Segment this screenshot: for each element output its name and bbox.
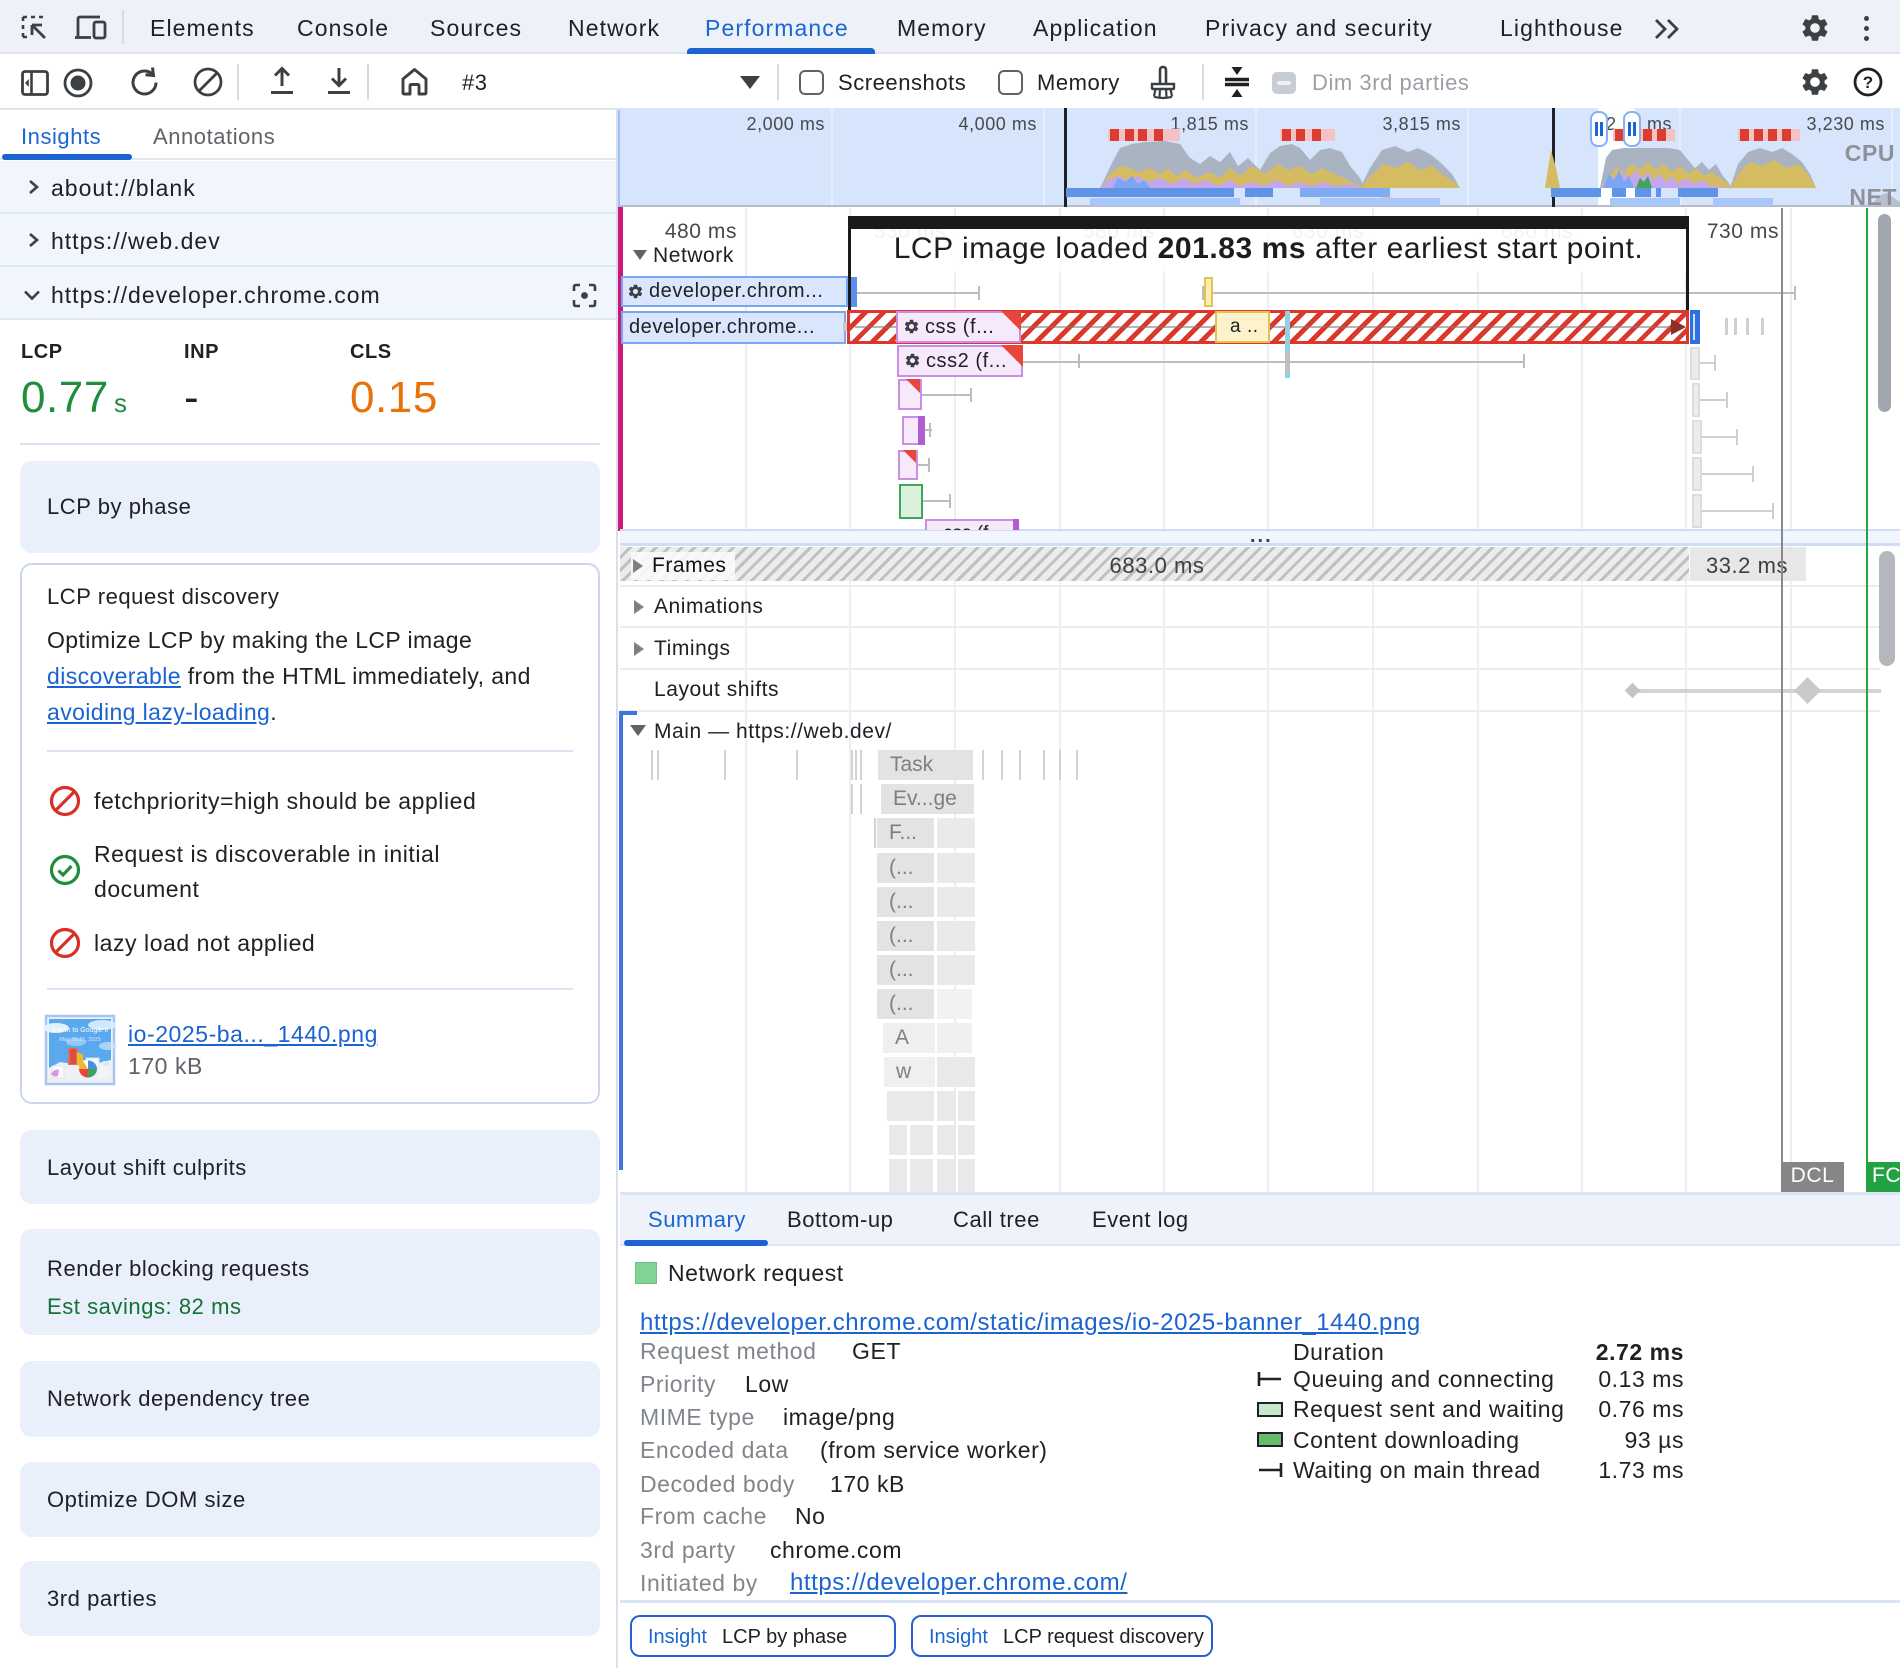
svg-text:May 20-21, 2025: May 20-21, 2025 [59,1037,100,1043]
svg-text:une in to Google I/: une in to Google I/ [51,1027,108,1034]
svg-text:?: ? [1863,73,1873,92]
